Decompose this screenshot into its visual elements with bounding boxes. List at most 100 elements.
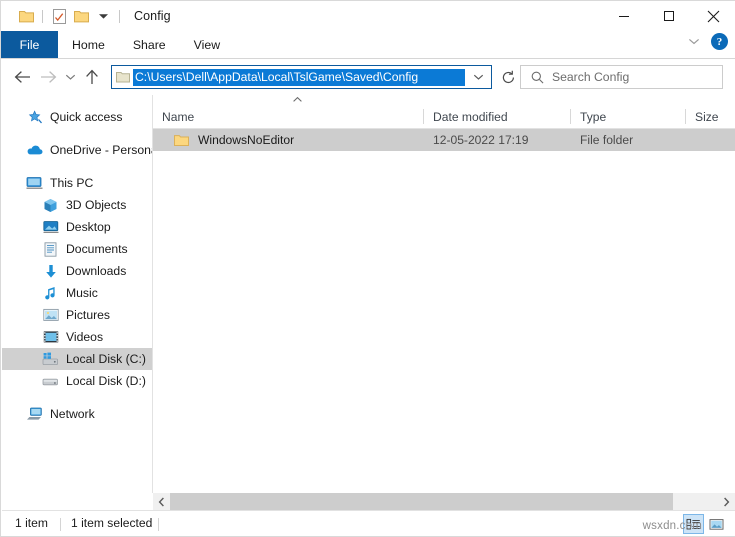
horizontal-scrollbar[interactable] xyxy=(153,493,735,510)
column-header-name[interactable]: Name xyxy=(153,105,424,128)
sidebar-item-quick-access[interactable]: Quick access xyxy=(2,106,152,128)
folder-icon xyxy=(73,10,89,22)
recent-locations-button[interactable] xyxy=(61,64,79,90)
arrow-right-icon xyxy=(40,71,56,83)
sidebar-item-label: Pictures xyxy=(66,308,111,322)
hard-drive-windows-icon xyxy=(42,351,59,367)
maximize-icon xyxy=(663,11,674,21)
ribbon-right-controls: ? xyxy=(686,33,728,50)
search-input[interactable]: Search Config xyxy=(552,70,629,84)
sidebar-item-network[interactable]: Network xyxy=(2,403,152,425)
large-icons-view-icon xyxy=(709,518,724,530)
download-arrow-icon xyxy=(42,263,59,279)
file-explorer-window: Config File Home Share View ? C:\Users\D… xyxy=(0,0,735,537)
scroll-right-button[interactable] xyxy=(718,493,735,510)
cloud-icon xyxy=(26,142,43,158)
up-button[interactable] xyxy=(79,64,105,90)
chevron-down-icon xyxy=(473,74,483,80)
sidebar-item-label: Documents xyxy=(66,242,128,256)
sidebar-item-3d-objects[interactable]: 3D Objects xyxy=(2,194,152,216)
table-row[interactable]: WindowsNoEditor 12-05-2022 17:19 File fo… xyxy=(153,129,735,151)
sidebar-item-desktop[interactable]: Desktop xyxy=(2,216,152,238)
sidebar-item-onedrive[interactable]: OneDrive - Persona xyxy=(2,139,152,161)
close-button[interactable] xyxy=(691,1,735,31)
column-label: Type xyxy=(580,109,607,124)
tab-home[interactable]: Home xyxy=(58,31,119,59)
star-pin-icon xyxy=(26,109,43,125)
properties-button[interactable] xyxy=(48,5,70,27)
address-input[interactable]: C:\Users\Dell\AppData\Local\TslGame\Save… xyxy=(133,68,465,86)
sidebar-item-documents[interactable]: Documents xyxy=(2,238,152,260)
column-label: Date modified xyxy=(433,109,508,124)
hard-drive-icon xyxy=(42,373,59,389)
sidebar-item-downloads[interactable]: Downloads xyxy=(2,260,152,282)
music-note-icon xyxy=(42,285,59,301)
sidebar-item-this-pc[interactable]: This PC xyxy=(2,172,152,194)
selection-count-label: 1 item selected xyxy=(71,516,153,530)
network-icon xyxy=(26,406,43,422)
column-header-type[interactable]: Type xyxy=(571,105,686,128)
monitor-icon xyxy=(26,175,43,191)
scrollbar-thumb[interactable] xyxy=(170,493,673,510)
chevron-left-icon xyxy=(158,497,164,506)
sidebar-item-local-disk-d[interactable]: Local Disk (D:) xyxy=(2,370,152,392)
chevron-down-icon xyxy=(65,74,75,80)
large-icons-view-button[interactable] xyxy=(706,514,727,534)
documents-icon xyxy=(42,241,59,257)
collapse-ribbon-button[interactable] xyxy=(686,34,702,50)
sidebar-item-label: Music xyxy=(66,286,98,300)
search-icon xyxy=(531,71,544,84)
pin-to-quick-access-button[interactable] xyxy=(15,5,37,27)
column-header-date-modified[interactable]: Date modified xyxy=(424,105,571,128)
forward-button[interactable] xyxy=(35,64,61,90)
cube-icon xyxy=(42,197,59,213)
tab-file[interactable]: File xyxy=(1,31,58,59)
title-bar: Config xyxy=(1,1,735,31)
help-button[interactable]: ? xyxy=(711,33,728,50)
status-divider xyxy=(158,518,159,531)
status-divider xyxy=(60,518,61,531)
item-count-label: 1 item xyxy=(15,516,48,530)
sidebar-item-label: 3D Objects xyxy=(66,198,127,212)
sidebar-item-videos[interactable]: Videos xyxy=(2,326,152,348)
cell-size xyxy=(686,129,735,151)
close-icon xyxy=(707,10,720,22)
chevron-down-icon xyxy=(98,14,108,19)
sidebar-item-label: OneDrive - Persona xyxy=(50,143,152,157)
toolbar-divider xyxy=(42,9,43,23)
address-dropdown-button[interactable] xyxy=(465,66,491,88)
arrow-left-icon xyxy=(14,71,30,83)
toolbar-divider xyxy=(119,9,120,23)
chevron-right-icon xyxy=(724,497,730,506)
back-button[interactable] xyxy=(9,64,35,90)
file-name-label: WindowsNoEditor xyxy=(198,133,295,147)
search-box[interactable]: Search Config xyxy=(520,65,723,89)
watermark: wsxdn.com xyxy=(642,520,702,532)
cell-date-modified: 12-05-2022 17:19 xyxy=(433,133,529,147)
column-header-size[interactable]: Size xyxy=(686,105,735,128)
new-folder-button[interactable] xyxy=(70,5,92,27)
sidebar-item-pictures[interactable]: Pictures xyxy=(2,304,152,326)
videos-film-icon xyxy=(42,329,59,345)
sidebar-item-label: Local Disk (D:) xyxy=(66,374,146,388)
scroll-left-button[interactable] xyxy=(153,493,170,510)
tab-share[interactable]: Share xyxy=(119,31,180,59)
minimize-button[interactable] xyxy=(601,1,646,31)
sidebar-item-music[interactable]: Music xyxy=(2,282,152,304)
sidebar-item-label: Local Disk (C:) xyxy=(66,352,146,366)
navigation-pane: Quick access OneDrive - Persona This PC xyxy=(2,95,152,493)
maximize-button[interactable] xyxy=(646,1,691,31)
folder-icon xyxy=(18,10,34,22)
sidebar-item-local-disk-c[interactable]: Local Disk (C:) xyxy=(2,348,152,370)
quick-access-toolbar: Config xyxy=(1,1,171,31)
minimize-icon xyxy=(618,16,629,17)
address-bar-row: C:\Users\Dell\AppData\Local\TslGame\Save… xyxy=(1,59,735,95)
cell-name: WindowsNoEditor xyxy=(153,129,424,151)
pictures-icon xyxy=(42,307,59,323)
scrollbar-track[interactable] xyxy=(170,493,718,510)
refresh-button[interactable] xyxy=(494,65,522,89)
sidebar-item-label: Network xyxy=(50,407,95,421)
tab-view[interactable]: View xyxy=(180,31,234,59)
customize-quick-access-toolbar-button[interactable] xyxy=(92,5,114,27)
address-bar[interactable]: C:\Users\Dell\AppData\Local\TslGame\Save… xyxy=(111,65,492,89)
